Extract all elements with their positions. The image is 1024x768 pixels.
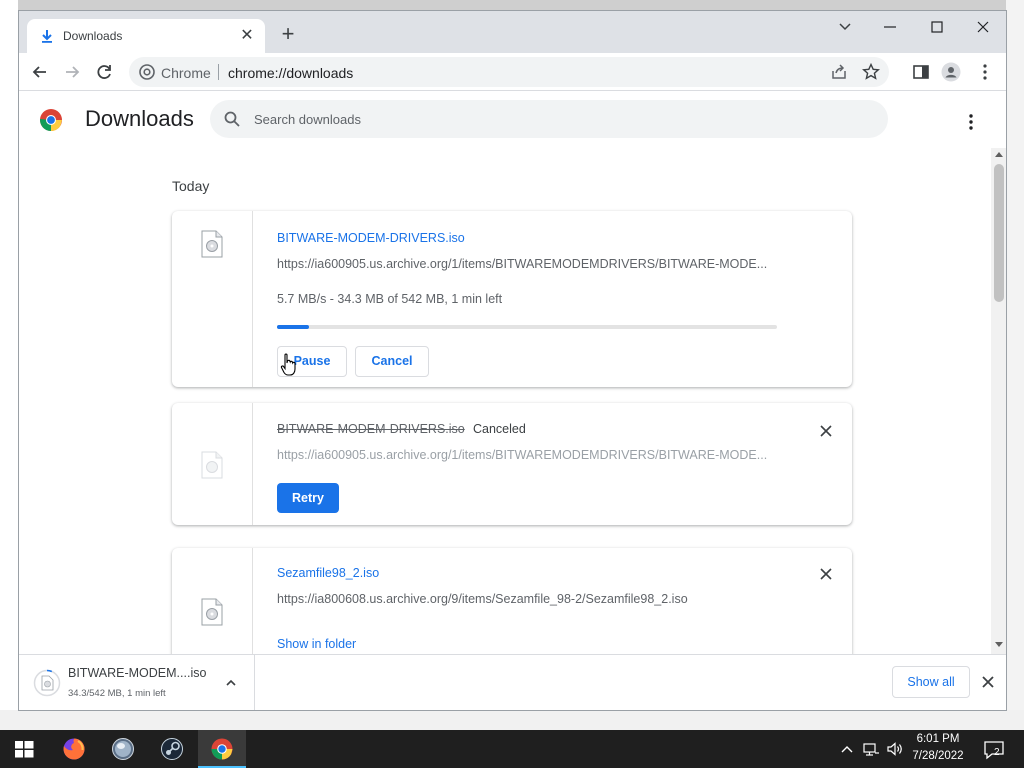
shelf-file-status: 34.3/542 MB, 1 min left [68, 688, 166, 699]
new-tab-button[interactable]: + [277, 23, 299, 46]
start-button[interactable] [0, 730, 48, 768]
chrome-logo-icon [40, 109, 62, 131]
forward-icon[interactable] [59, 59, 85, 85]
network-icon[interactable] [862, 741, 880, 757]
taskbar-app-orb[interactable] [99, 730, 147, 768]
day-label: Today [172, 178, 210, 194]
taskbar-steam[interactable] [148, 730, 196, 768]
download-progress-ring-icon [33, 669, 61, 697]
tab-search-icon[interactable] [830, 15, 860, 39]
more-actions-icon[interactable] [963, 112, 979, 132]
tab-strip: Downloads ✕ + [19, 11, 1006, 53]
desktop-left-edge [0, 0, 18, 730]
search-box[interactable] [210, 100, 888, 138]
progress-bar [277, 325, 777, 329]
retry-button[interactable]: Retry [277, 483, 339, 513]
desktop-right-edge [1006, 0, 1024, 730]
orb-app-icon [112, 738, 134, 760]
download-shelf: BITWARE-MODEM....iso 34.3/542 MB, 1 min … [19, 654, 1006, 710]
page-title: Downloads [85, 106, 194, 131]
show-hidden-icons-chevron-icon[interactable] [838, 741, 856, 757]
file-url[interactable]: https://ia800608.us.archive.org/9/items/… [277, 592, 777, 606]
tab-downloads[interactable]: Downloads ✕ [27, 19, 265, 53]
remove-from-list-icon[interactable] [819, 567, 833, 581]
tab-title: Downloads [63, 29, 123, 43]
hand-cursor-icon [280, 353, 296, 376]
volume-icon[interactable] [886, 741, 904, 757]
download-card-complete: Sezamfile98_2.iso https://ia800608.us.ar… [172, 548, 852, 654]
file-url[interactable]: https://ia600905.us.archive.org/1/items/… [277, 257, 777, 271]
steam-icon [161, 738, 183, 760]
notification-count-badge: 2 [994, 747, 1000, 758]
maximize-icon[interactable] [922, 15, 952, 39]
omnibox-url[interactable]: chrome://downloads [228, 65, 353, 81]
file-name-canceled: BITWARE-MODEM-DRIVERS.iso [277, 422, 465, 436]
show-all-button[interactable]: Show all [892, 666, 970, 698]
back-icon[interactable] [27, 59, 53, 85]
download-card-canceled: BITWARE-MODEM-DRIVERS.iso Canceled https… [172, 403, 852, 525]
firefox-icon [63, 738, 85, 760]
card-icon-column [172, 211, 253, 387]
omnibox[interactable]: Chrome chrome://downloads [129, 57, 889, 87]
canceled-status: Canceled [473, 422, 526, 436]
omnibox-site-label: Chrome [161, 65, 211, 81]
windows-logo-icon [15, 741, 34, 758]
clock-time[interactable]: 6:01 PM [906, 733, 970, 745]
file-name-link[interactable]: BITWARE-MODEM-DRIVERS.iso [277, 231, 465, 245]
scroll-down-arrow-icon[interactable] [995, 642, 1003, 647]
disc-file-icon [201, 598, 223, 626]
chrome-site-icon [139, 64, 155, 80]
cancel-button[interactable]: Cancel [355, 346, 429, 377]
progress-bar-fill [277, 325, 309, 329]
downloads-header: Downloads [19, 92, 1006, 148]
remove-from-list-icon[interactable] [819, 424, 833, 438]
close-window-icon[interactable] [968, 15, 998, 39]
progress-text: 5.7 MB/s - 34.3 MB of 542 MB, 1 min left [277, 292, 503, 306]
side-panel-icon[interactable] [911, 62, 931, 82]
download-card-active: BITWARE-MODEM-DRIVERS.iso https://ia6009… [172, 211, 852, 387]
card-icon-column [172, 548, 253, 654]
search-icon [224, 111, 240, 127]
chevron-up-icon[interactable] [224, 676, 238, 690]
toolbar: Chrome chrome://downloads [19, 53, 1006, 91]
taskbar-firefox[interactable] [50, 730, 98, 768]
tab-close-icon[interactable]: ✕ [237, 26, 257, 46]
file-url: https://ia600905.us.archive.org/1/items/… [277, 448, 768, 462]
close-shelf-icon[interactable] [981, 675, 995, 689]
desktop-bottom-edge [0, 710, 1024, 730]
browser-menu-icon[interactable] [975, 62, 995, 82]
taskbar: 6:01 PM 7/28/2022 2 [0, 730, 1024, 768]
shelf-download-item[interactable]: BITWARE-MODEM....iso 34.3/542 MB, 1 min … [19, 655, 255, 710]
clock-date[interactable]: 7/28/2022 [906, 750, 970, 762]
omnibox-separator [218, 64, 219, 80]
downloads-list: Today BITWARE-MODEM-DRIVERS.iso https://… [19, 148, 991, 654]
profile-avatar-icon[interactable] [941, 62, 961, 82]
scroll-thumb[interactable] [994, 164, 1004, 302]
disc-file-icon [201, 230, 223, 258]
shelf-file-name: BITWARE-MODEM....iso [68, 666, 207, 680]
page-scrollbar[interactable] [991, 148, 1006, 654]
browser-window: Downloads ✕ + Chrome chrome://downloads … [18, 10, 1007, 711]
file-name-link[interactable]: Sezamfile98_2.iso [277, 566, 379, 580]
reload-icon[interactable] [91, 59, 117, 85]
bookmark-star-icon[interactable] [861, 62, 881, 82]
download-icon [42, 30, 52, 43]
minimize-icon[interactable] [875, 15, 905, 39]
share-icon[interactable] [829, 62, 849, 82]
card-icon-column [172, 403, 253, 525]
chrome-taskbar-icon [211, 738, 233, 760]
taskbar-chrome[interactable] [198, 730, 246, 768]
scroll-up-arrow-icon[interactable] [995, 152, 1003, 157]
show-in-folder-link[interactable]: Show in folder [277, 637, 356, 651]
generic-file-icon [201, 451, 223, 479]
search-input[interactable] [254, 109, 854, 129]
